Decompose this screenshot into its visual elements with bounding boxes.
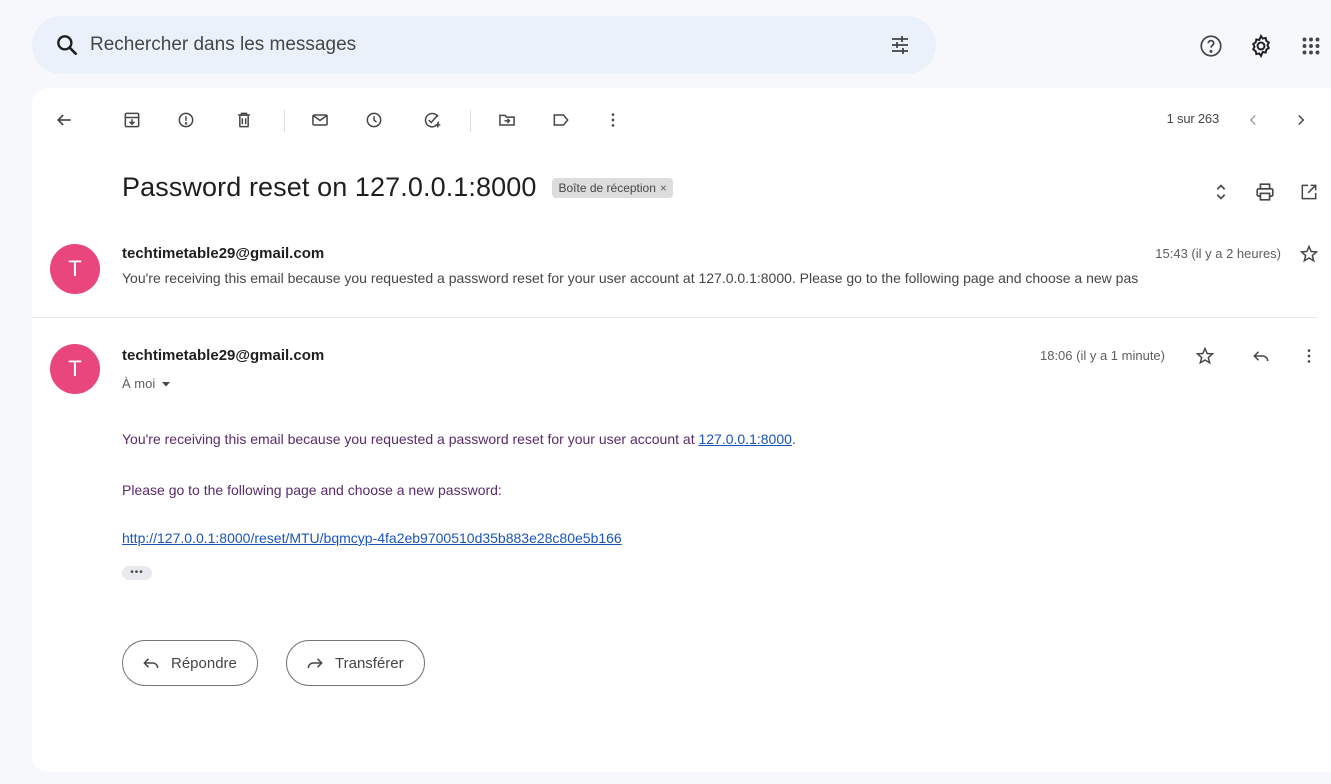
toolbar-divider (284, 110, 285, 132)
message-body-line: http://127.0.0.1:8000/reset/MTU/bqmcyp-4… (122, 530, 622, 546)
forward-button-label: Transférer (335, 654, 404, 672)
forward-icon (307, 658, 323, 669)
body-text: You're receiving this email because you … (122, 431, 699, 447)
show-trimmed-content-button[interactable]: ••• (122, 566, 152, 580)
reply-icon (143, 658, 159, 669)
recipient-toggle[interactable]: À moi (122, 376, 171, 391)
page-title: Password reset on 127.0.0.1:8000 (122, 172, 537, 202)
report-spam-icon[interactable] (166, 100, 206, 140)
search-bar[interactable] (32, 16, 936, 74)
tune-icon[interactable] (880, 25, 920, 65)
top-right-actions (1181, 26, 1331, 66)
remove-label-icon[interactable]: × (660, 181, 667, 195)
label-icon[interactable] (541, 100, 581, 140)
body-text: . (791, 431, 796, 447)
message-body-line: Please go to the following page and choo… (122, 482, 502, 498)
search-icon[interactable] (54, 32, 80, 58)
message-time: 15:43 (il y a 2 heures) (1155, 246, 1281, 261)
forward-button[interactable]: Transférer (286, 640, 425, 686)
reset-link[interactable]: http://127.0.0.1:8000/reset/MTU/bqmcyp-4… (122, 530, 622, 546)
pager-count: 1 sur 263 (1166, 111, 1220, 126)
thread-toolbar: 1 sur 263 (32, 100, 1331, 140)
sender-name[interactable]: techtimetable29@gmail.com (122, 245, 324, 262)
recipient-label: À moi (122, 376, 156, 391)
chevron-down-icon (162, 381, 171, 386)
message-view: 1 sur 263 Password reset on 127.0.0.1:80… (32, 88, 1331, 772)
add-task-icon[interactable] (412, 100, 452, 140)
label-chip-text: Boîte de réception (558, 180, 656, 195)
body-link[interactable]: 127.0.0.1:8000 (698, 431, 791, 447)
reply-icon[interactable] (1245, 340, 1277, 372)
archive-icon[interactable] (112, 100, 152, 140)
subject-actions (1199, 172, 1331, 212)
avatar[interactable]: T (50, 344, 100, 394)
reply-button-label: Répondre (171, 654, 237, 672)
apps-icon[interactable] (1291, 26, 1331, 66)
reply-button[interactable]: Répondre (122, 640, 258, 686)
gear-icon[interactable] (1241, 26, 1281, 66)
trash-icon[interactable] (224, 100, 264, 140)
expand-all-icon[interactable] (1199, 172, 1243, 212)
message-snippet[interactable]: You're receiving this email because you … (122, 270, 1312, 286)
print-icon[interactable] (1243, 172, 1287, 212)
star-icon[interactable] (1189, 340, 1221, 372)
subject-row: Password reset on 127.0.0.1:8000 Boîte d… (122, 172, 673, 203)
label-chip[interactable]: Boîte de réception × (552, 177, 673, 198)
message-body-line: You're receiving this email because you … (122, 431, 796, 447)
chevron-right-icon[interactable] (1281, 100, 1321, 140)
mail-icon[interactable] (300, 100, 340, 140)
sender-name[interactable]: techtimetable29@gmail.com (122, 347, 324, 364)
chevron-left-icon[interactable] (1233, 100, 1273, 140)
search-input[interactable] (90, 34, 880, 56)
help-icon[interactable] (1191, 26, 1231, 66)
more-vert-icon[interactable] (593, 100, 633, 140)
avatar[interactable]: T (50, 244, 100, 294)
open-in-new-icon[interactable] (1287, 172, 1331, 212)
toolbar-divider (470, 110, 471, 132)
move-to-icon[interactable] (487, 100, 527, 140)
message-time: 18:06 (il y a 1 minute) (1039, 348, 1165, 363)
more-vert-icon[interactable] (1293, 340, 1325, 372)
message-divider (32, 317, 1317, 318)
clock-icon[interactable] (354, 100, 394, 140)
star-icon[interactable] (1293, 238, 1325, 270)
back-arrow-icon[interactable] (44, 100, 84, 140)
